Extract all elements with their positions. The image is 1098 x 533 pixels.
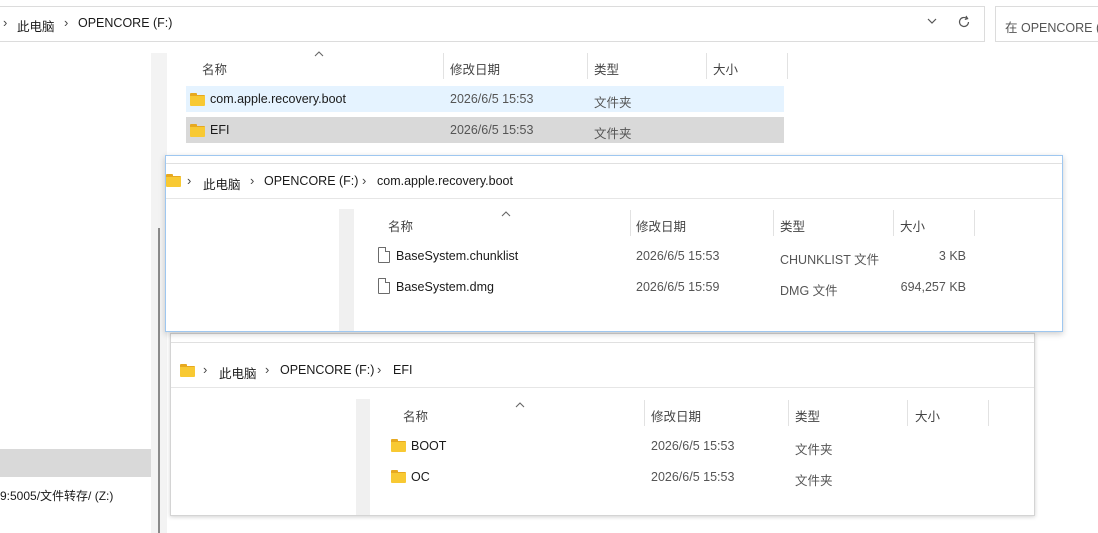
recovery-nav-divider bbox=[339, 209, 354, 331]
recovery-address-bar[interactable]: › 此电脑 › OPENCORE (F:) › com.apple.recove… bbox=[166, 164, 1062, 199]
chevron-down-icon[interactable] bbox=[925, 14, 939, 28]
row-type: DMG 文件 bbox=[780, 284, 838, 298]
column-header-date[interactable]: 修改日期 bbox=[636, 216, 686, 235]
column-header-type[interactable]: 类型 bbox=[795, 406, 820, 425]
column-header-size[interactable]: 大小 bbox=[915, 406, 940, 425]
nav-item-network-drive[interactable]: 9:5005/文件转存/ (Z:) bbox=[0, 487, 113, 504]
column-divider[interactable] bbox=[988, 400, 989, 426]
row-name: BaseSystem.chunklist bbox=[396, 249, 519, 263]
breadcrumb-drive[interactable]: OPENCORE (F:) bbox=[78, 16, 172, 30]
breadcrumb-this-pc[interactable]: 此电脑 bbox=[219, 363, 257, 382]
efi-window-toolbar bbox=[171, 334, 1034, 343]
nav-scrollbar[interactable] bbox=[158, 228, 160, 533]
efi-window-preview: › 此电脑 › OPENCORE (F:) › EFI 名称 修改日期 类型 大… bbox=[170, 333, 1035, 516]
folder-icon bbox=[391, 439, 406, 452]
table-row[interactable]: BaseSystem.dmg 2026/6/5 15:59 DMG 文件 694… bbox=[372, 274, 972, 300]
column-header-size[interactable]: 大小 bbox=[900, 216, 925, 235]
column-header-date[interactable]: 修改日期 bbox=[651, 406, 701, 425]
row-date: 2026/6/5 15:53 bbox=[651, 470, 735, 484]
column-divider[interactable] bbox=[893, 210, 894, 236]
folder-icon bbox=[391, 470, 406, 483]
column-header-type[interactable]: 类型 bbox=[780, 216, 805, 235]
breadcrumb-separator: › bbox=[3, 15, 8, 30]
table-row[interactable]: com.apple.recovery.boot 2026/6/5 15:53 文… bbox=[186, 86, 784, 112]
column-divider[interactable] bbox=[788, 400, 789, 426]
breadcrumb-separator: › bbox=[250, 173, 255, 188]
row-type: 文件夹 bbox=[795, 474, 833, 488]
table-row[interactable]: BOOT 2026/6/5 15:53 文件夹 bbox=[387, 433, 987, 459]
row-type: 文件夹 bbox=[594, 127, 632, 141]
breadcrumb-separator: › bbox=[203, 362, 208, 377]
column-divider[interactable] bbox=[644, 400, 645, 426]
recovery-window-toolbar bbox=[166, 156, 1062, 164]
breadcrumb-separator: › bbox=[64, 15, 69, 30]
row-name: com.apple.recovery.boot bbox=[210, 92, 346, 106]
breadcrumb-folder[interactable]: com.apple.recovery.boot bbox=[377, 174, 513, 188]
folder-icon bbox=[166, 174, 181, 187]
row-date: 2026/6/5 15:53 bbox=[651, 439, 735, 453]
row-name: BaseSystem.dmg bbox=[396, 280, 494, 294]
sort-ascending-icon bbox=[501, 207, 511, 217]
row-name: BOOT bbox=[411, 439, 447, 453]
row-date: 2026/6/5 15:53 bbox=[636, 249, 720, 263]
row-type: CHUNKLIST 文件 bbox=[780, 253, 880, 267]
folder-icon bbox=[190, 93, 205, 106]
column-header-name[interactable]: 名称 bbox=[202, 59, 227, 78]
sort-ascending-icon bbox=[515, 398, 525, 408]
row-size: 694,257 KB bbox=[900, 280, 966, 294]
breadcrumb-separator: › bbox=[265, 362, 270, 377]
column-divider[interactable] bbox=[587, 53, 588, 79]
row-date: 2026/6/5 15:59 bbox=[636, 280, 720, 294]
breadcrumb-separator: › bbox=[377, 362, 382, 377]
table-row[interactable]: OC 2026/6/5 15:53 文件夹 bbox=[387, 464, 987, 490]
nav-item-selected[interactable] bbox=[0, 449, 151, 477]
row-type: 文件夹 bbox=[795, 443, 833, 457]
column-header-size[interactable]: 大小 bbox=[713, 59, 738, 78]
file-icon bbox=[378, 278, 390, 294]
row-date: 2026/6/5 15:53 bbox=[450, 123, 534, 137]
search-placeholder: 在 OPENCORE (F:) 中搜索 bbox=[1005, 21, 1098, 35]
column-header-name[interactable]: 名称 bbox=[403, 406, 428, 425]
table-row[interactable]: BaseSystem.chunklist 2026/6/5 15:53 CHUN… bbox=[372, 243, 972, 269]
row-name: EFI bbox=[210, 123, 230, 137]
column-header-type[interactable]: 类型 bbox=[594, 59, 619, 78]
breadcrumb-folder[interactable]: EFI bbox=[393, 363, 412, 377]
column-header-date[interactable]: 修改日期 bbox=[450, 59, 500, 78]
column-divider[interactable] bbox=[706, 53, 707, 79]
folder-icon bbox=[180, 364, 195, 377]
breadcrumb-separator: › bbox=[187, 173, 192, 188]
refresh-icon[interactable] bbox=[957, 15, 971, 29]
column-divider[interactable] bbox=[907, 400, 908, 426]
search-input[interactable]: 在 OPENCORE (F:) 中搜索 bbox=[995, 6, 1098, 42]
breadcrumb-this-pc[interactable]: 此电脑 bbox=[203, 174, 241, 193]
column-divider[interactable] bbox=[773, 210, 774, 236]
breadcrumb-drive[interactable]: OPENCORE (F:) bbox=[280, 363, 374, 377]
column-divider[interactable] bbox=[787, 53, 788, 79]
row-date: 2026/6/5 15:53 bbox=[450, 92, 534, 106]
breadcrumb-drive[interactable]: OPENCORE (F:) bbox=[264, 174, 358, 188]
breadcrumb-separator: › bbox=[362, 173, 367, 188]
efi-address-bar[interactable]: › 此电脑 › OPENCORE (F:) › EFI bbox=[171, 353, 1034, 388]
table-row[interactable]: EFI 2026/6/5 15:53 文件夹 bbox=[186, 117, 784, 143]
folder-icon bbox=[190, 124, 205, 137]
column-divider[interactable] bbox=[630, 210, 631, 236]
recovery-window-preview: › 此电脑 › OPENCORE (F:) › com.apple.recove… bbox=[165, 155, 1063, 332]
breadcrumb-this-pc[interactable]: 此电脑 bbox=[17, 16, 55, 35]
row-type: 文件夹 bbox=[594, 96, 632, 110]
efi-nav-divider bbox=[356, 399, 370, 515]
file-icon bbox=[378, 247, 390, 263]
row-name: OC bbox=[411, 470, 430, 484]
row-size: 3 KB bbox=[938, 249, 966, 263]
column-header-name[interactable]: 名称 bbox=[388, 216, 413, 235]
sort-ascending-icon bbox=[314, 47, 324, 57]
column-divider[interactable] bbox=[443, 53, 444, 79]
column-divider[interactable] bbox=[974, 210, 975, 236]
